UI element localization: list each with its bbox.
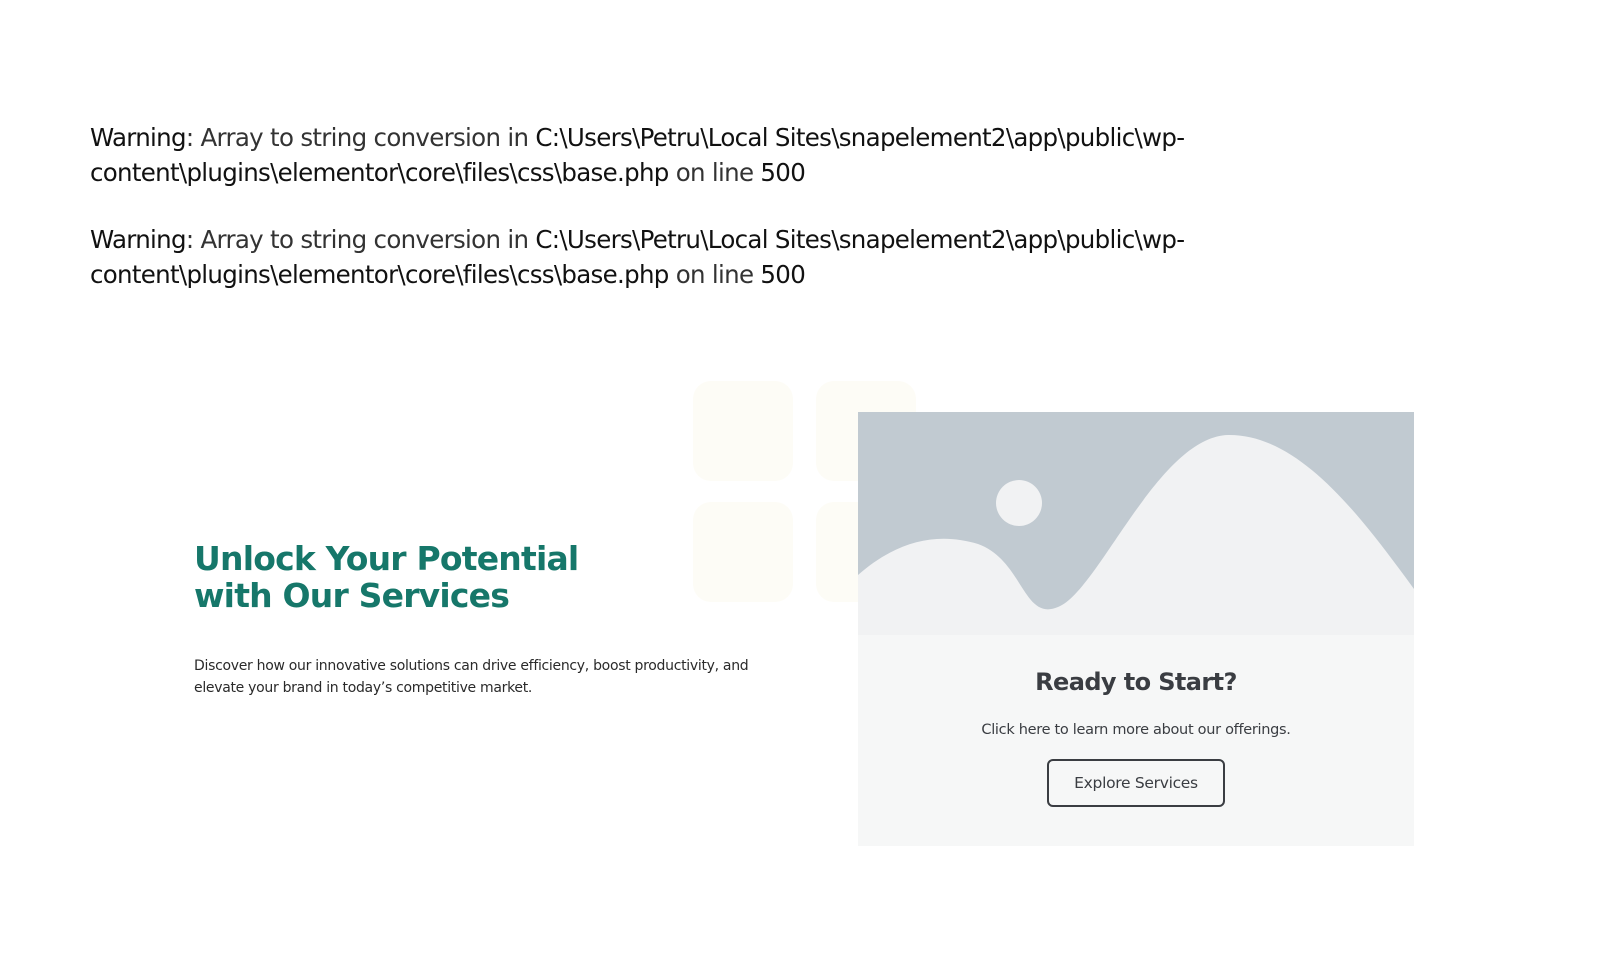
card-title: Ready to Start? xyxy=(1035,668,1237,696)
warning-line-number: 500 xyxy=(760,260,806,289)
placeholder-sun xyxy=(996,480,1042,526)
warning-line-text: on line xyxy=(668,158,761,187)
warning-label: Warning xyxy=(90,123,187,152)
warning-message: : Array to string conversion in xyxy=(185,225,536,254)
placeholder-image-icon xyxy=(858,412,1414,635)
decorative-tile xyxy=(693,502,793,602)
decorative-tile xyxy=(693,381,793,481)
hero-description: Discover how our innovative solutions ca… xyxy=(194,658,749,696)
cta-card: Ready to Start? Click here to learn more… xyxy=(858,412,1414,846)
explore-services-button[interactable]: Explore Services xyxy=(1047,759,1225,807)
php-warnings: Warning: Array to string conversion in C… xyxy=(90,120,1210,324)
php-warning: Warning: Array to string conversion in C… xyxy=(90,222,1210,292)
warning-message: : Array to string conversion in xyxy=(185,123,536,152)
card-description: Click here to learn more about our offer… xyxy=(981,722,1291,738)
warning-line-number: 500 xyxy=(760,158,806,187)
php-warning: Warning: Array to string conversion in C… xyxy=(90,120,1210,190)
warning-line-text: on line xyxy=(668,260,761,289)
hero-title: Unlock Your Potential with Our Services xyxy=(194,539,579,615)
warning-label: Warning xyxy=(90,225,187,254)
